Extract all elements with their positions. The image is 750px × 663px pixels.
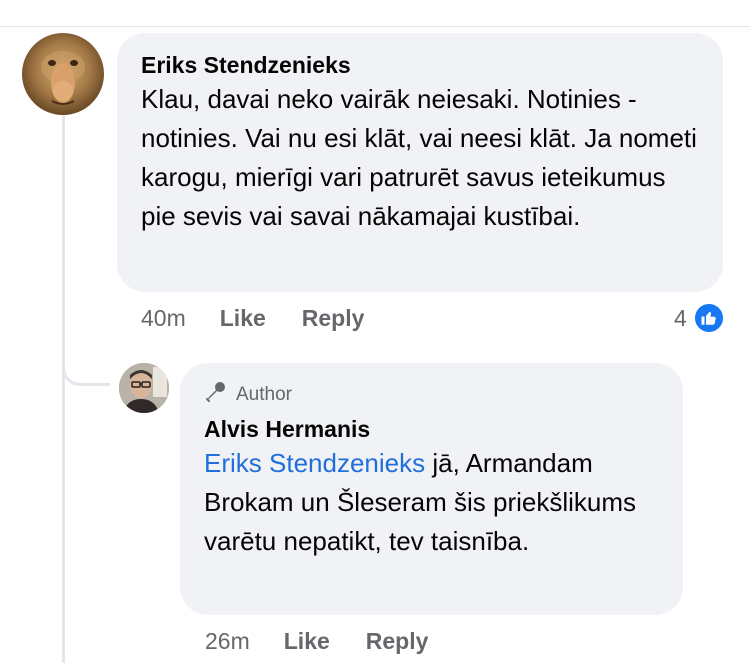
comment-reply-button[interactable]: Reply: [302, 305, 365, 332]
comment-bubble: Eriks Stendzenieks Klau, davai neko vair…: [117, 33, 723, 292]
author-badge: Author: [204, 379, 659, 411]
mention-link[interactable]: Eriks Stendzenieks: [204, 448, 425, 478]
comment-timestamp[interactable]: 40m: [141, 305, 186, 332]
top-divider: [0, 26, 750, 27]
microphone-icon: [204, 379, 228, 411]
reaction-summary[interactable]: 4: [674, 302, 725, 334]
reply-bubble: Author Alvis Hermanis Eriks Stendzenieks…: [180, 363, 683, 615]
reply-author-name[interactable]: Alvis Hermanis: [204, 415, 659, 443]
thread-line: [62, 112, 65, 663]
commenter-avatar[interactable]: [22, 33, 104, 115]
comment-text: Klau, davai neko vairāk neiesaki. Notini…: [141, 84, 697, 231]
comment-actions: 40m Like Reply: [141, 305, 400, 332]
person-photo-icon: [119, 363, 169, 413]
reply-reply-button[interactable]: Reply: [366, 628, 429, 655]
reply-timestamp[interactable]: 26m: [205, 628, 250, 655]
monkey-face-icon: [41, 51, 85, 105]
comment-author-name[interactable]: Eriks Stendzenieks: [141, 51, 699, 79]
thread-connector: [62, 340, 110, 386]
replier-avatar[interactable]: [119, 363, 169, 413]
comment-like-button[interactable]: Like: [220, 305, 266, 332]
reply-like-button[interactable]: Like: [284, 628, 330, 655]
thumbs-up-icon: [692, 302, 725, 334]
author-badge-label: Author: [236, 384, 292, 405]
reply-actions: 26m Like Reply: [205, 628, 464, 655]
reply-text: Eriks Stendzenieks jā, Armandam Brokam u…: [204, 444, 659, 561]
reaction-count: 4: [674, 304, 687, 331]
